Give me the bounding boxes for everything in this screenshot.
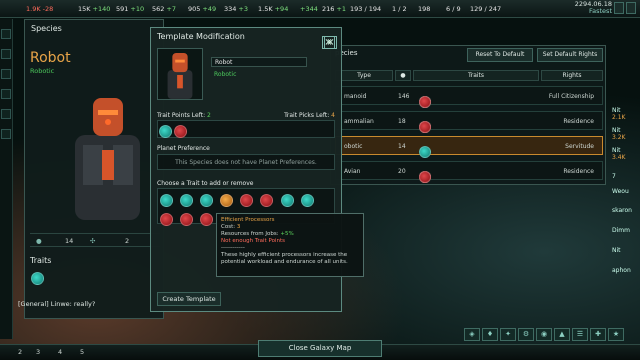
- resource-bar: 1.9K -28 15K +140 591 +10 562 +7 905 +49 334 +…: [0, 0, 640, 18]
- panel-title: Species: [31, 24, 62, 33]
- species-name: Robot: [30, 50, 71, 66]
- trait-points-left: Trait Points Left: 2: [157, 112, 211, 119]
- count-badge[interactable]: 4: [58, 348, 62, 356]
- outliner-entry[interactable]: skaron: [612, 207, 632, 214]
- outliner-entry[interactable]: Nit: [612, 247, 621, 254]
- map-mode-icon[interactable]: ✦: [500, 328, 516, 341]
- trait-icon[interactable]: [159, 125, 172, 138]
- minerals-resource[interactable]: 15K +140: [78, 5, 110, 13]
- dialog-title: Template Modification: [157, 32, 245, 41]
- chat-line[interactable]: [General] Linwe: really?: [18, 300, 218, 308]
- trait-icon[interactable]: [31, 272, 44, 285]
- col-rights[interactable]: Rights: [541, 70, 603, 81]
- outliner-entry[interactable]: Nit 3.2K: [612, 127, 625, 141]
- planets-count[interactable]: 6 / 9: [446, 5, 461, 13]
- trait-option-icon[interactable]: [200, 194, 214, 207]
- pop-count: 14: [65, 237, 74, 245]
- nav-icon[interactable]: [1, 69, 11, 79]
- species-row[interactable]: Avian 20 Residence: [335, 161, 603, 183]
- bottom-toolbar: ◈ ♦ ✦ ⚙ ◉ ▲ ☰ ✚ ★: [464, 328, 624, 341]
- map-mode-icon[interactable]: ✚: [590, 328, 606, 341]
- species-thumbnail[interactable]: [157, 48, 203, 100]
- strategic-resource[interactable]: 216 +1: [322, 5, 346, 13]
- dna-icon: ✣: [90, 237, 96, 245]
- nav-icon[interactable]: [1, 129, 11, 139]
- influence-resource[interactable]: 334 +3: [224, 5, 248, 13]
- count-badge[interactable]: 2: [18, 348, 22, 356]
- traits-label: Traits: [30, 256, 52, 265]
- reset-default-button[interactable]: Reset To Default: [467, 48, 533, 62]
- trait-option-icon[interactable]: [160, 194, 173, 207]
- trait-icon[interactable]: [174, 125, 187, 138]
- nav-icon[interactable]: [1, 109, 11, 119]
- outliner-entry[interactable]: Dimm: [612, 227, 630, 234]
- map-mode-icon[interactable]: ★: [608, 328, 624, 341]
- fleet-capacity[interactable]: 193 / 194: [350, 5, 381, 13]
- trait-tooltip: Efficient Processors Cost: 3 Resources f…: [216, 213, 364, 277]
- nav-icon[interactable]: [1, 89, 11, 99]
- map-mode-icon[interactable]: ◉: [536, 328, 552, 341]
- trait-option-icon[interactable]: [180, 194, 194, 207]
- count-badge[interactable]: 3: [36, 348, 40, 356]
- planet-pref-box: This Species does not have Planet Prefer…: [157, 154, 335, 170]
- outliner-entry[interactable]: 7: [612, 173, 616, 180]
- trait-option-icon[interactable]: [280, 194, 294, 207]
- empire-size[interactable]: 198: [418, 5, 430, 13]
- trait-option-icon[interactable]: [260, 194, 274, 207]
- map-mode-icon[interactable]: ⚙: [518, 328, 534, 341]
- starbase-capacity[interactable]: 1 / 2: [392, 5, 407, 13]
- trait-option-icon[interactable]: [300, 194, 314, 207]
- map-mode-icon[interactable]: ☰: [572, 328, 588, 341]
- species-name-input[interactable]: Robot: [211, 57, 307, 67]
- menu-button[interactable]: [626, 2, 636, 14]
- robot-portrait: [75, 98, 140, 220]
- set-default-rights-button[interactable]: Set Default Rights: [537, 48, 603, 62]
- close-species-icon[interactable]: ×: [322, 36, 335, 49]
- trait-picks-left: Trait Picks Left: 4: [284, 112, 335, 119]
- close-galaxy-map-button[interactable]: Close Galaxy Map: [258, 340, 382, 357]
- choose-trait-label: Choose a Trait to add or remove: [157, 180, 254, 187]
- energy-resource[interactable]: 1.9K -28: [26, 5, 53, 13]
- species-row[interactable]: ammalian 18 Residence: [335, 111, 603, 133]
- species-type: Robotic: [30, 67, 55, 75]
- species-stats: ● 14 ✣ 2: [30, 233, 160, 247]
- right-outliner: Nit 2.1K Nit 3.2K Nit 3.4K 7 Weou skaron Di…: [608, 55, 640, 315]
- alloys-resource[interactable]: 905 +49: [188, 5, 216, 13]
- left-outliner-strip: [0, 19, 13, 339]
- count-badge[interactable]: 5: [80, 348, 84, 356]
- pause-button[interactable]: [614, 2, 624, 14]
- outliner-entry[interactable]: Weou: [612, 188, 629, 195]
- unity-resource[interactable]: 1.5K +94: [258, 5, 288, 13]
- col-type[interactable]: Type: [335, 70, 393, 81]
- game-date[interactable]: 2294.06.18 Fastest: [575, 1, 612, 15]
- nav-icon[interactable]: [1, 49, 11, 59]
- species-count: 2: [125, 237, 130, 245]
- outliner-entry[interactable]: aphon: [612, 267, 631, 274]
- map-mode-icon[interactable]: ◈: [464, 328, 480, 341]
- efficient-processors-icon[interactable]: [220, 194, 234, 207]
- planet-pref-label: Planet Preference: [157, 145, 210, 152]
- pop-icon: ●: [36, 237, 42, 245]
- food-resource[interactable]: 591 +10: [116, 5, 144, 13]
- trait-option-icon[interactable]: [200, 213, 214, 226]
- consumer-goods-resource[interactable]: 562 +7: [152, 5, 176, 13]
- research-resource[interactable]: +344: [298, 5, 318, 13]
- col-traits[interactable]: Traits: [413, 70, 539, 81]
- map-mode-icon[interactable]: ▲: [554, 328, 570, 341]
- species-panel: Species Robot Robotic ● 14 ✣ 2 Traits: [24, 19, 164, 319]
- map-mode-icon[interactable]: ♦: [482, 328, 498, 341]
- nav-icon[interactable]: [1, 29, 11, 39]
- species-row[interactable]: manoid 146 Full Citizenship: [335, 86, 603, 108]
- outliner-entry[interactable]: Nit 3.4K: [612, 147, 625, 161]
- trait-option-icon[interactable]: [160, 213, 173, 226]
- species-row-selected[interactable]: obotic 14 Servitude: [335, 136, 603, 158]
- current-traits-box: [157, 120, 335, 138]
- col-pop[interactable]: ●: [395, 70, 411, 81]
- trait-option-icon[interactable]: [180, 213, 194, 226]
- pops-count[interactable]: 129 / 247: [470, 5, 501, 13]
- species-type-value: Robotic: [214, 71, 237, 78]
- species-list-panel: pecies Reset To Default Set Default Righ…: [330, 45, 606, 185]
- trait-option-icon[interactable]: [240, 194, 254, 207]
- outliner-entry[interactable]: Nit 2.1K: [612, 107, 625, 121]
